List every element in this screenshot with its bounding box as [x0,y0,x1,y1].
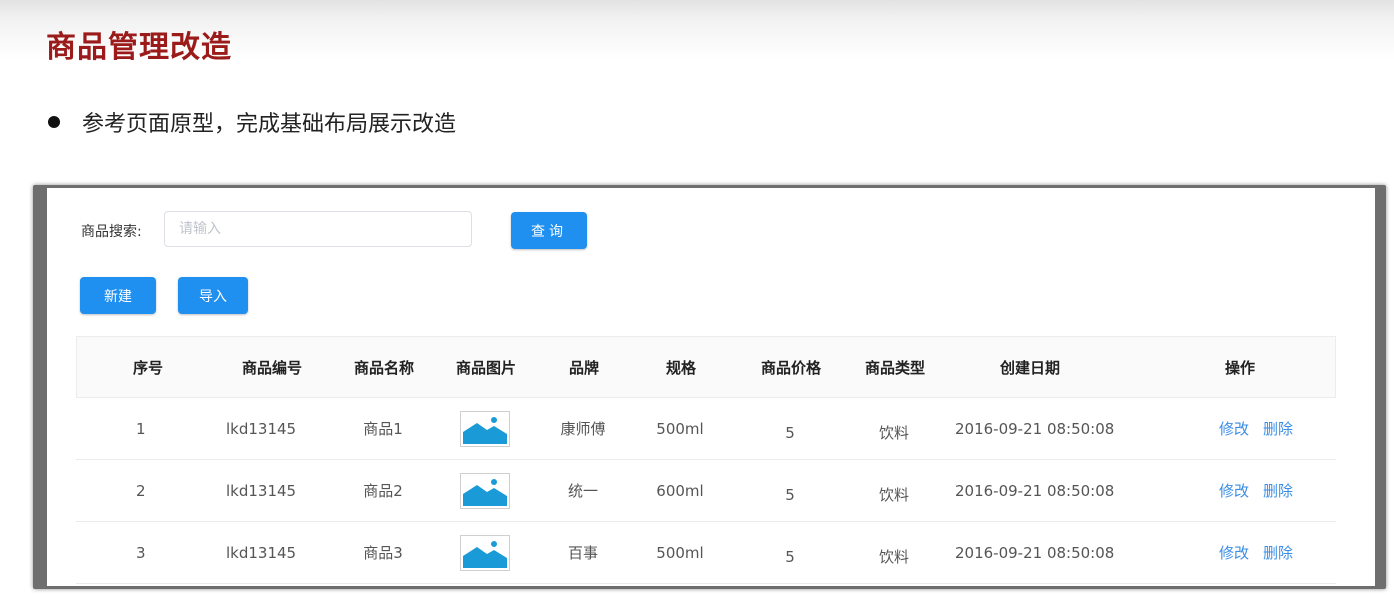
slide-title: 商品管理改造 [46,30,232,65]
row-name: 商品1 [363,420,403,438]
row-name: 商品3 [363,544,403,562]
edit-link[interactable]: 修改 [1219,542,1249,563]
column-header-spec: 规格 [665,358,696,377]
row-brand: 康师傅 [560,420,606,438]
row-code: lkd13145 [226,481,297,500]
product-table: 序号 商品编号 商品名称 商品图片 品牌 规格 商品价格 商品类型 创建日期 操… [76,336,1336,584]
delete-link[interactable]: 删除 [1263,480,1293,501]
table-row: 1 lkd13145 商品1 康师傅 500ml 5 饮料 2016-09-21… [76,398,1336,460]
search-label: 商品搜索: [81,224,142,240]
row-type: 饮料 [878,424,909,442]
row-price: 5 [785,423,795,442]
bullet-dot-icon [48,116,60,128]
row-index: 3 [136,543,146,562]
column-header-name: 商品名称 [353,358,414,377]
column-header-created: 创建日期 [999,358,1060,377]
column-header-index: 序号 [132,358,163,377]
table-row: 3 lkd13145 商品3 百事 500ml 5 饮料 2016-09-21 … [76,522,1336,584]
row-price: 5 [785,485,795,504]
row-name: 商品2 [363,482,403,500]
bullet-text: 参考页面原型，完成基础布局展示改造 [82,112,457,137]
row-index: 2 [136,481,146,500]
search-input[interactable] [164,211,472,247]
query-button[interactable]: 查询 [511,212,587,249]
delete-link[interactable]: 删除 [1263,418,1293,439]
column-header-actions: 操作 [1224,358,1255,377]
row-spec: 500ml [656,543,704,562]
edit-link[interactable]: 修改 [1219,480,1249,501]
edit-link[interactable]: 修改 [1219,418,1249,439]
column-header-price: 商品价格 [760,358,821,377]
row-price: 5 [785,547,795,566]
row-type: 饮料 [878,548,909,566]
image-placeholder-icon [460,472,510,509]
image-placeholder-icon [460,410,510,447]
row-created: 2016-09-21 08:50:08 [955,481,1115,500]
bullet-point: 参考页面原型，完成基础布局展示改造 [48,106,456,138]
row-spec: 600ml [656,481,704,500]
row-brand: 统一 [567,482,598,500]
product-management-panel: 商品搜索: 查询 新建 导入 序号 商品编号 商品名称 商品图片 品牌 规格 商… [47,188,1375,586]
row-created: 2016-09-21 08:50:08 [955,543,1115,562]
column-header-brand: 品牌 [568,358,599,377]
column-header-code: 商品编号 [241,358,302,377]
table-row: 2 lkd13145 商品2 统一 600ml 5 饮料 2016-09-21 … [76,460,1336,522]
column-header-image: 商品图片 [455,358,516,377]
row-brand: 百事 [567,544,598,562]
row-spec: 500ml [656,419,704,438]
row-code: lkd13145 [226,543,297,562]
new-button[interactable]: 新建 [80,277,156,314]
row-index: 1 [136,419,146,438]
column-header-type: 商品类型 [864,358,925,377]
image-placeholder-icon [460,534,510,571]
row-type: 饮料 [878,486,909,504]
delete-link[interactable]: 删除 [1263,542,1293,563]
import-button[interactable]: 导入 [178,277,248,314]
row-created: 2016-09-21 08:50:08 [955,419,1115,438]
row-code: lkd13145 [226,419,297,438]
table-header: 序号 商品编号 商品名称 商品图片 品牌 规格 商品价格 商品类型 创建日期 操… [76,336,1336,398]
